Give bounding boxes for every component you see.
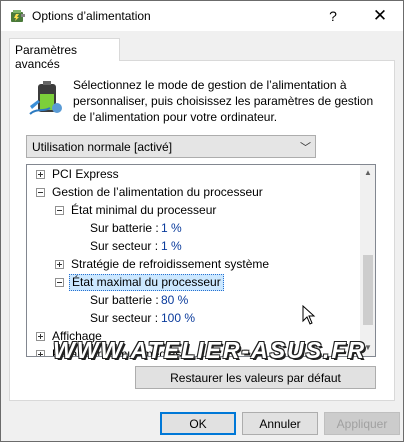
setting-value[interactable]: 100 %: [161, 309, 195, 327]
window-title: Options d’alimentation: [32, 9, 151, 23]
chevron-down-icon: ﹀: [300, 142, 311, 154]
tree-item-cooling-policy[interactable]: Stratégie de refroidissement système: [27, 255, 357, 273]
setting-value[interactable]: 1 %: [161, 237, 182, 255]
scrollbar-thumb[interactable]: [363, 255, 373, 325]
tree-item-min-battery[interactable]: Sur batterie : 1 %: [27, 219, 357, 237]
power-options-icon: [11, 10, 25, 22]
setting-label: Sur secteur :: [90, 239, 159, 253]
setting-label: Sur batterie :: [90, 293, 159, 307]
vertical-scrollbar[interactable]: ▲ ▼: [360, 165, 375, 356]
expand-plus-icon[interactable]: [36, 332, 45, 341]
restore-defaults-button[interactable]: Restaurer les valeurs par défaut: [135, 366, 376, 389]
help-button[interactable]: ?: [310, 1, 356, 31]
tree-item-label: PCI Express: [52, 167, 119, 181]
setting-value[interactable]: 1 %: [161, 219, 182, 237]
battery-settings-icon: [29, 81, 62, 115]
tree-item-label: Gestion de l’alimentation du processeur: [52, 185, 263, 199]
power-plan-select[interactable]: Utilisation normale [activé] ﹀: [26, 135, 316, 158]
tree-item-min-ac[interactable]: Sur secteur : 1 %: [27, 237, 357, 255]
scroll-up-arrow-icon[interactable]: ▲: [364, 168, 372, 177]
tree-item-pci-express[interactable]: PCI Express: [27, 165, 357, 183]
mouse-cursor-icon: [302, 305, 316, 325]
close-button[interactable]: ✕: [357, 1, 403, 31]
tree-item-min-state[interactable]: État minimal du processeur: [27, 201, 357, 219]
watermark-text: WWW.ATELIER-ASUS.FR: [53, 337, 367, 363]
expand-plus-icon[interactable]: [36, 350, 45, 356]
description-text: Sélectionnez le mode de gestion de l’ali…: [73, 78, 374, 124]
power-plan-value: Utilisation normale [activé]: [32, 140, 173, 154]
apply-button[interactable]: Appliquer: [324, 412, 400, 435]
ok-button[interactable]: OK: [160, 412, 236, 435]
tab-advanced-settings[interactable]: Paramètres avancés: [9, 38, 120, 71]
tree-item-max-state[interactable]: État maximal du processeur: [27, 273, 357, 291]
tree-item-label: État minimal du processeur: [71, 203, 217, 217]
setting-value[interactable]: 80 %: [161, 291, 188, 309]
collapse-minus-icon[interactable]: [55, 278, 64, 287]
setting-label: Sur secteur :: [90, 311, 159, 325]
collapse-minus-icon[interactable]: [36, 188, 45, 197]
title-bar: Options d’alimentation ? ✕: [1, 1, 403, 31]
collapse-minus-icon[interactable]: [55, 206, 64, 215]
power-options-window: Options d’alimentation ? ✕ Paramètres av…: [0, 0, 404, 442]
tree-item-label: Stratégie de refroidissement système: [71, 257, 270, 271]
cancel-button[interactable]: Annuler: [242, 412, 318, 435]
settings-tree[interactable]: PCI Express Gestion de l’alimentation du…: [26, 164, 376, 357]
tree-item-label-selected: État maximal du processeur: [69, 274, 224, 291]
expand-plus-icon[interactable]: [36, 170, 45, 179]
setting-label: Sur batterie :: [90, 221, 159, 235]
expand-plus-icon[interactable]: [55, 260, 64, 269]
tree-item-cpu-power[interactable]: Gestion de l’alimentation du processeur: [27, 183, 357, 201]
